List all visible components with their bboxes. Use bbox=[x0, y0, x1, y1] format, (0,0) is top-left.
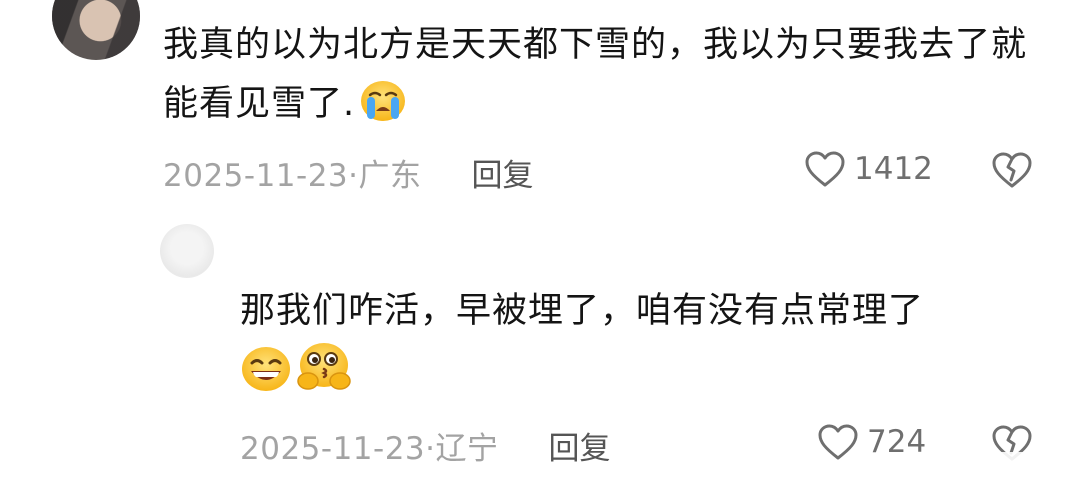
comment-text: 我真的以为北方是天天都下雪的，我以为只要我去了就能看见雪了. bbox=[163, 25, 1028, 124]
reply-like-count: 724 bbox=[867, 424, 927, 460]
dislike-button[interactable] bbox=[990, 150, 1034, 194]
reply-button[interactable]: 回复 bbox=[472, 150, 534, 195]
avatar-photo bbox=[52, 0, 140, 60]
comment-date-location: 2025-11-23·广东 bbox=[163, 158, 422, 194]
reply-text: 那我们咋活，早被埋了，咱有没有点常理了 bbox=[240, 291, 925, 331]
crying-face-icon bbox=[359, 79, 407, 142]
grinning-face-icon bbox=[240, 345, 292, 412]
like-button[interactable]: 1412 bbox=[804, 150, 933, 188]
reply-body: 那我们咋活，早被埋了，咱有没有点常理了 bbox=[240, 282, 1040, 412]
broken-heart-icon bbox=[992, 152, 1032, 188]
reply-date-location: 2025-11-23·辽宁 bbox=[240, 431, 499, 467]
avatar[interactable] bbox=[52, 0, 140, 60]
thinking-kiss-face-icon bbox=[296, 341, 352, 412]
reply-like-button[interactable]: 724 bbox=[817, 423, 926, 461]
comment-thread: 我真的以为北方是天天都下雪的，我以为只要我去了就能看见雪了. 2025-11-2… bbox=[0, 0, 1080, 488]
comment-meta: 2025-11-23·广东 回复 bbox=[163, 150, 534, 195]
watermark bbox=[928, 452, 1068, 482]
comment-body: 我真的以为北方是天天都下雪的，我以为只要我去了就能看见雪了. bbox=[163, 16, 1043, 142]
like-count: 1412 bbox=[854, 151, 933, 187]
heart-icon bbox=[818, 424, 858, 460]
reply-avatar[interactable] bbox=[160, 224, 214, 278]
heart-icon bbox=[805, 151, 845, 187]
reply-meta: 2025-11-23·辽宁 回复 bbox=[240, 423, 611, 468]
reply-reply-button[interactable]: 回复 bbox=[549, 423, 611, 468]
